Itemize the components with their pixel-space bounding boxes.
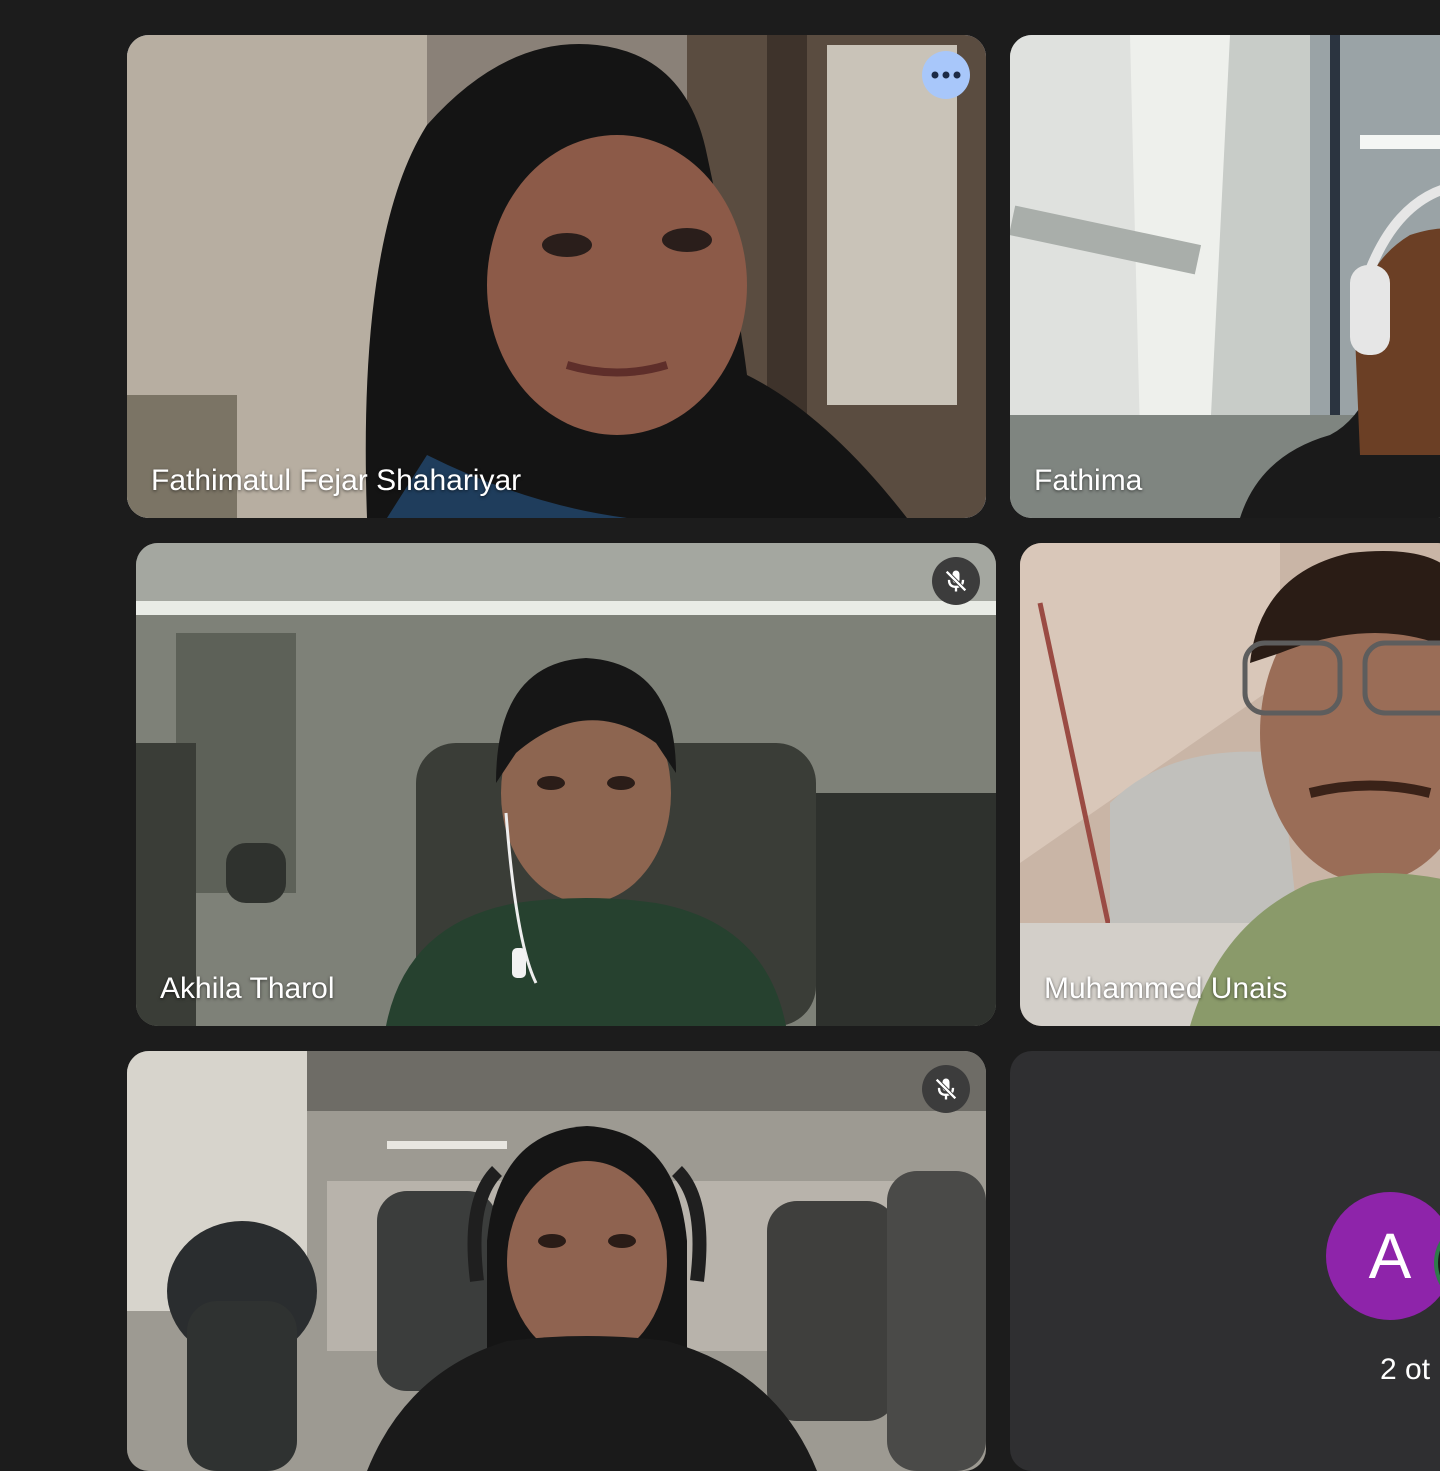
avatar-letter: A	[1368, 1220, 1412, 1292]
participant-name: Fathima	[1034, 464, 1143, 497]
muted-indicator	[922, 1065, 970, 1113]
participant-name: Muhammed Unais	[1044, 972, 1288, 1005]
avatar: A	[1326, 1192, 1440, 1320]
others-tile[interactable]: A 2 ot	[1010, 1051, 1440, 1471]
participant-name: Akhila Tharol	[160, 972, 335, 1005]
mic-off-icon	[935, 1078, 957, 1100]
muted-indicator	[932, 557, 980, 605]
participant-tile-muhammed[interactable]: Muhammed Unais	[1020, 543, 1440, 1026]
others-count-label: 2 ot	[1380, 1353, 1431, 1386]
more-options-icon	[931, 71, 961, 79]
participant-tile-fathima[interactable]: Fathima	[1010, 35, 1440, 518]
more-options-button[interactable]	[922, 51, 970, 99]
video-feed	[127, 1051, 986, 1471]
video-feed	[1020, 543, 1440, 1026]
mic-off-icon	[945, 570, 967, 592]
participant-tile-akhila[interactable]: Akhila Tharol	[136, 543, 996, 1026]
participant-tile-fathimatul[interactable]: Fathimatul Fejar Shahariyar	[127, 35, 986, 518]
video-feed	[127, 35, 986, 518]
video-feed	[136, 543, 996, 1026]
participant-tile-unnamed[interactable]	[127, 1051, 986, 1471]
participant-name: Fathimatul Fejar Shahariyar	[151, 464, 522, 497]
video-feed	[1010, 35, 1440, 518]
